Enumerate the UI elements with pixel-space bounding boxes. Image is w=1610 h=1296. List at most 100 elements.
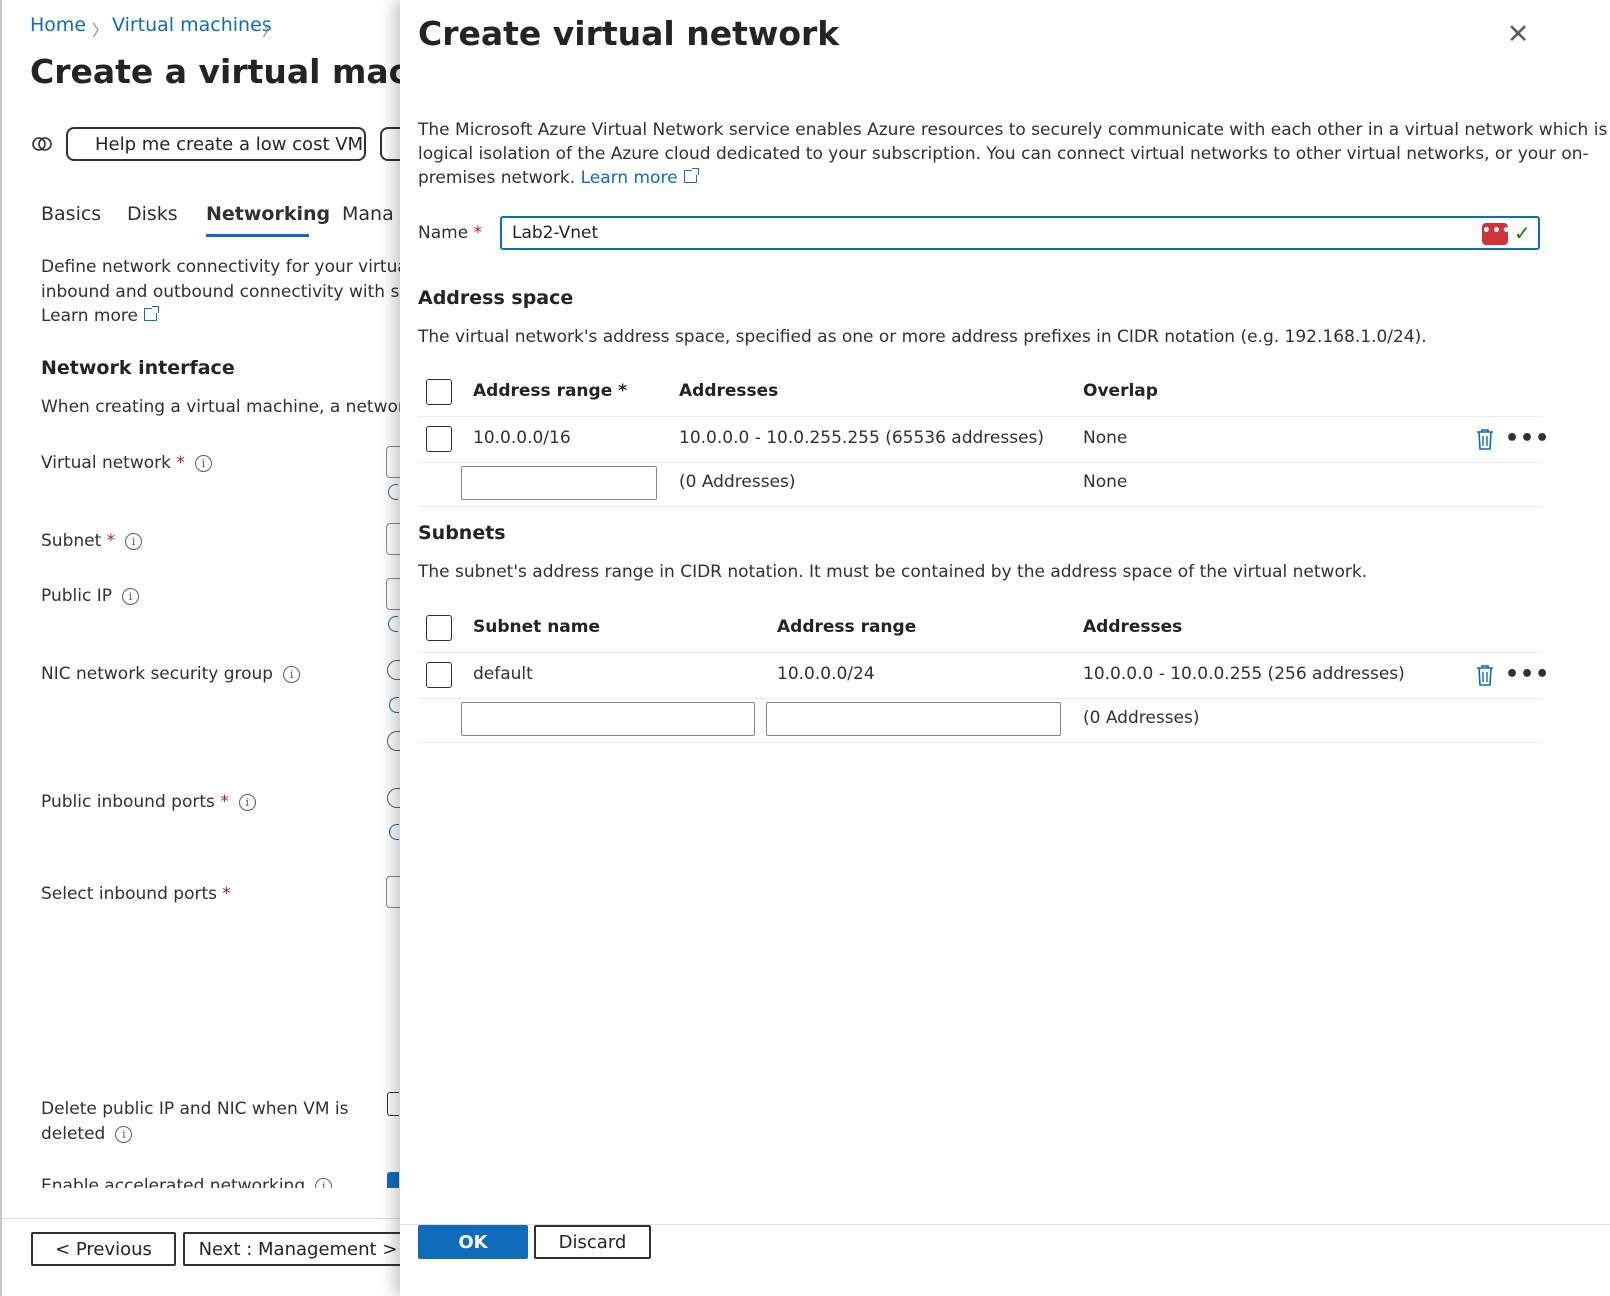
subnet-name-cell: default (473, 664, 533, 684)
network-interface-text: When creating a virtual machine, a netwo… (41, 397, 400, 417)
panel-learn-more-link[interactable]: Learn more (581, 168, 699, 188)
vnet-name-value: Lab2-Vnet (512, 223, 599, 243)
name-label-text: Name (418, 223, 469, 243)
info-icon[interactable]: i (315, 1177, 333, 1188)
nic-nsg-label: NIC network security group i (41, 662, 301, 687)
create-new-vnet-link[interactable] (388, 484, 398, 500)
divider (418, 698, 1543, 699)
learn-more-link[interactable]: Learn more (41, 304, 159, 329)
addresses-header: Addresses (679, 381, 779, 401)
inbound-ports-allow-radio[interactable] (389, 824, 399, 840)
subnet-name-header: Subnet name (473, 617, 601, 637)
breadcrumb-home[interactable]: Home (30, 14, 86, 36)
overlap-cell: None (1083, 428, 1128, 448)
close-icon[interactable]: ✕ (1501, 18, 1535, 52)
learn-more-label: Learn more (41, 306, 138, 326)
info-icon[interactable]: i (238, 793, 256, 811)
delete-public-ip-label-line2: deleted i (41, 1122, 133, 1147)
panel-description-line2: logical isolation of the Azure cloud ded… (418, 144, 1589, 164)
ok-button[interactable]: OK (418, 1225, 528, 1259)
subnet-text: Subnet (41, 531, 102, 551)
delete-public-ip-checkbox[interactable] (387, 1092, 399, 1116)
trash-icon[interactable] (1474, 663, 1496, 687)
address-select-all-checkbox[interactable] (426, 379, 452, 405)
copilot-icon (30, 132, 54, 156)
create-vm-page: Home 〉 Virtual machines 〉 Create a virtu… (0, 0, 400, 1296)
virtual-network-dropdown[interactable] (386, 446, 400, 478)
panel-description-line3: premises network. Learn more (418, 166, 699, 191)
panel-footer: OK Discard (400, 1224, 1610, 1296)
subnet-row-checkbox[interactable] (426, 662, 452, 688)
network-interface-title: Network interface (41, 357, 235, 379)
new-address-range-input[interactable] (461, 466, 657, 500)
previous-button[interactable]: < Previous (31, 1232, 176, 1266)
public-ip-dropdown[interactable] (386, 578, 400, 610)
required-mark: * (176, 453, 185, 473)
tab-basics[interactable]: Basics (41, 203, 101, 225)
info-icon[interactable]: i (121, 587, 139, 605)
select-inbound-ports-dropdown[interactable] (386, 876, 400, 908)
more-options-icon[interactable]: ••• (1505, 664, 1550, 686)
delete-public-ip-label-line1: Delete public IP and NIC when VM is (41, 1099, 349, 1119)
networking-description-line2: inbound and outbound connectivity with s… (41, 282, 400, 302)
subnet-addresses-cell: 10.0.0.0 - 10.0.0.255 (256 addresses) (1083, 664, 1405, 684)
more-options-icon[interactable]: ••• (1505, 428, 1550, 450)
panel-title: Create virtual network (418, 14, 840, 53)
inbound-ports-none-radio[interactable] (387, 788, 400, 808)
nic-nsg-text: NIC network security group (41, 664, 274, 684)
chevron-right-icon: 〉 (92, 21, 109, 40)
tab-disks[interactable]: Disks (127, 203, 178, 225)
nsg-advanced-radio[interactable] (387, 731, 400, 751)
divider (418, 652, 1543, 653)
panel-description-line1: The Microsoft Azure Virtual Network serv… (418, 120, 1610, 140)
subnet-label: Subnet * i (41, 529, 143, 554)
delete-public-ip-text: deleted (41, 1124, 106, 1144)
new-subnet-addresses-cell: (0 Addresses) (1083, 708, 1200, 728)
nsg-basic-radio[interactable] (389, 697, 399, 713)
valid-check-icon: ✓ (1514, 221, 1531, 245)
public-inbound-ports-label: Public inbound ports * i (41, 790, 256, 815)
subnet-dropdown[interactable] (386, 523, 400, 555)
cut-off-button[interactable] (380, 127, 400, 161)
nsg-none-radio[interactable] (387, 660, 400, 680)
panel-description-text: premises network. (418, 168, 576, 188)
left-footer: < Previous Next : Management > (2, 1218, 400, 1296)
subnet-address-range-header: Address range (777, 617, 917, 637)
vnet-name-input[interactable]: Lab2-Vnet ••• ✓ (500, 216, 1540, 250)
virtual-network-text: Virtual network (41, 453, 171, 473)
discard-button[interactable]: Discard (534, 1225, 651, 1259)
new-subnet-name-input[interactable] (461, 702, 755, 736)
password-manager-icon[interactable]: ••• (1482, 223, 1511, 245)
addresses-cell: 10.0.0.0 - 10.0.255.255 (65536 addresses… (679, 428, 1045, 448)
networking-description-line1: Define network connectivity for your vir… (41, 257, 400, 277)
subnet-address-range-cell: 10.0.0.0/24 (777, 664, 875, 684)
next-management-button[interactable]: Next : Management > (183, 1232, 400, 1266)
select-inbound-ports-label: Select inbound ports * (41, 882, 231, 907)
address-range-cell: 10.0.0.0/16 (473, 428, 571, 448)
accelerated-networking-checkbox[interactable] (387, 1172, 399, 1188)
info-icon[interactable]: i (194, 454, 212, 472)
info-icon[interactable]: i (125, 532, 143, 550)
breadcrumb-virtual-machines[interactable]: Virtual machines (112, 14, 272, 36)
tab-management[interactable]: Mana (342, 203, 394, 225)
info-icon[interactable]: i (283, 665, 301, 683)
address-row-checkbox[interactable] (426, 426, 452, 452)
external-link-icon (683, 168, 699, 183)
create-new-public-ip-link[interactable] (388, 616, 398, 632)
create-virtual-network-panel: Create virtual network ✕ The Microsoft A… (400, 0, 1610, 1296)
subnets-description: The subnet's address range in CIDR notat… (418, 562, 1368, 582)
trash-icon[interactable] (1474, 427, 1496, 451)
required-mark: * (220, 792, 229, 812)
required-mark: * (473, 223, 483, 243)
help-create-low-cost-vm-button[interactable]: Help me create a low cost VM (66, 127, 366, 161)
divider (418, 742, 1543, 743)
subnet-select-all-checkbox[interactable] (426, 615, 452, 641)
tab-networking[interactable]: Networking (206, 203, 330, 225)
address-space-description: The virtual network's address space, spe… (418, 327, 1427, 347)
chevron-right-icon: 〉 (262, 21, 279, 40)
accelerated-networking-label: Enable accelerated networking i (41, 1174, 333, 1188)
new-subnet-address-range-input[interactable] (766, 702, 1061, 736)
public-ip-label: Public IP i (41, 584, 139, 609)
required-mark: * (106, 531, 116, 551)
info-icon[interactable]: i (115, 1125, 133, 1143)
